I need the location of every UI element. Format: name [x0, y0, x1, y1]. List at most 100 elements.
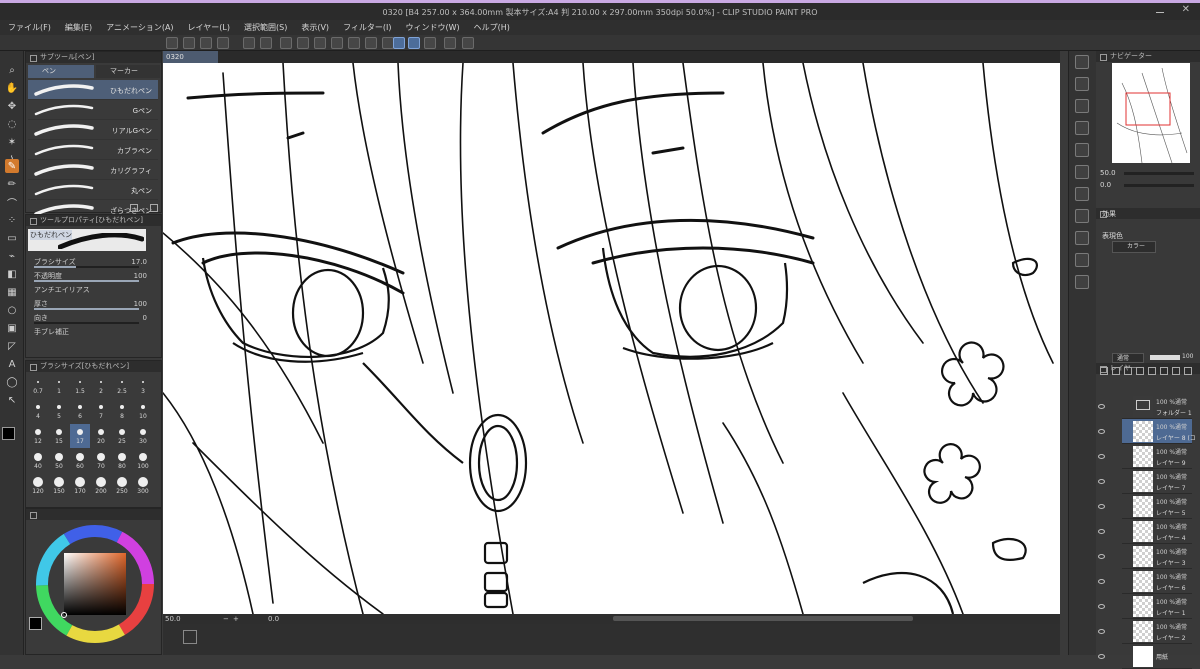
brush-size-cell[interactable]: 80 [112, 449, 132, 473]
new-icon[interactable] [183, 37, 195, 49]
brush-size-cell[interactable]: 2.5 [112, 374, 132, 398]
zoom-in-icon[interactable]: + [233, 614, 239, 624]
brush-size-cell[interactable]: 1.5 [70, 374, 90, 398]
property-row[interactable]: 不透明度 100 [26, 269, 161, 283]
visibility-eye-icon[interactable] [1098, 479, 1105, 484]
close-icon[interactable]: ✕ [1182, 4, 1190, 15]
layer-row[interactable]: 100 %通常 レイヤー 4 [1122, 519, 1192, 544]
reference-layer-icon[interactable] [1160, 367, 1168, 375]
canvas-tab[interactable]: 0320 [163, 51, 218, 63]
main-color-swatch[interactable] [2, 427, 15, 440]
layer-row[interactable]: 100 %通常 レイヤー 1 [1122, 594, 1192, 619]
special-ruler-snap-icon[interactable] [408, 37, 420, 49]
zoom-readout[interactable]: 50.0 [165, 614, 181, 624]
open-icon[interactable] [200, 37, 212, 49]
property-row[interactable]: 向き 0 [26, 311, 161, 325]
material-folder-icon[interactable] [1075, 99, 1089, 113]
brush-size-cell[interactable]: 4 [28, 399, 48, 423]
brush-size-cell[interactable]: 17 [70, 424, 90, 448]
layer-row[interactable]: 100 %通常 レイヤー 9 [1122, 444, 1192, 469]
layer-row[interactable]: 100 %通常 レイヤー 3 [1122, 544, 1192, 569]
download-material-icon[interactable] [1075, 253, 1089, 267]
grid-snap-icon[interactable] [424, 37, 436, 49]
brush-size-cell[interactable]: 8 [112, 399, 132, 423]
property-row[interactable]: 手ブレ補正 [26, 325, 161, 339]
layer-row[interactable]: 100 %通常 レイヤー 5 [1122, 494, 1192, 519]
new-raster-layer-icon[interactable] [1100, 367, 1108, 375]
brush-size-cell[interactable]: 6 [70, 399, 90, 423]
lasso-tool-icon[interactable]: ◌ [5, 117, 19, 131]
property-slider[interactable] [34, 308, 139, 310]
navigator-angle[interactable]: 0.0 [1100, 181, 1111, 189]
search-icon[interactable] [1075, 55, 1089, 69]
invert-selection-icon[interactable] [365, 37, 377, 49]
layer-opacity-slider[interactable] [1150, 355, 1180, 360]
brush-size-cell[interactable]: 25 [112, 424, 132, 448]
subtool-tab-marker[interactable]: マーカー [96, 65, 160, 78]
brush-size-cell[interactable]: 10 [133, 399, 153, 423]
brush-size-cell[interactable]: 120 [28, 474, 48, 498]
import-icon[interactable] [1075, 275, 1089, 289]
brush-size-cell[interactable]: 0.7 [28, 374, 48, 398]
visibility-eye-icon[interactable] [1098, 629, 1105, 634]
property-slider[interactable] [34, 266, 139, 268]
property-slider[interactable] [34, 280, 139, 282]
delete-subtool-icon[interactable] [150, 204, 158, 212]
delete-layer-icon[interactable] [1184, 367, 1192, 375]
canvas[interactable] [163, 63, 1060, 614]
favorite-material-icon[interactable] [1075, 231, 1089, 245]
navigator-angle-slider[interactable] [1124, 184, 1194, 187]
brush-item[interactable]: ひもだれペン [28, 80, 158, 100]
property-row[interactable]: アンチエイリアス [26, 283, 161, 297]
brush-size-cell[interactable]: 200 [91, 474, 111, 498]
new-vector-layer-icon[interactable] [1112, 367, 1120, 375]
text-tool-icon[interactable]: A [5, 357, 19, 371]
balloon-tool-icon[interactable]: ◯ [5, 375, 19, 389]
line-art-drawing[interactable] [163, 63, 1060, 614]
wheel-main-color[interactable] [29, 617, 42, 630]
lock-layer-icon[interactable] [1136, 367, 1144, 375]
visibility-eye-icon[interactable] [1098, 404, 1105, 409]
blend-tool-icon[interactable]: ⌁ [5, 249, 19, 263]
menu-animation[interactable]: アニメーション(A) [106, 20, 173, 35]
redo-icon[interactable] [260, 37, 272, 49]
home-icon[interactable] [166, 37, 178, 49]
layer-row[interactable]: 100 %通常 レイヤー 8 (コ [1122, 419, 1196, 444]
gradient-icon[interactable]: ▦ [5, 285, 19, 299]
help-icon[interactable] [462, 37, 474, 49]
menu-file[interactable]: ファイル(F) [8, 20, 51, 35]
frame-tool-icon[interactable]: ▣ [5, 321, 19, 335]
angle-readout[interactable]: 0.0 [268, 614, 279, 624]
menu-window[interactable]: ウィンドウ(W) [406, 20, 460, 35]
fill-icon[interactable] [314, 37, 326, 49]
eraser-icon[interactable]: ▭ [5, 231, 19, 245]
airbrush-icon[interactable]: ⁘ [5, 213, 19, 227]
visibility-eye-icon[interactable] [1098, 604, 1105, 609]
auto-select-icon[interactable]: ✶ [5, 135, 19, 149]
brush-size-cell[interactable]: 60 [70, 449, 90, 473]
menu-filter[interactable]: フィルター(I) [343, 20, 391, 35]
layer-row[interactable]: 100 %通常 レイヤー 7 [1122, 469, 1192, 494]
undo-icon[interactable] [243, 37, 255, 49]
visibility-eye-icon[interactable] [1098, 554, 1105, 559]
visibility-eye-icon[interactable] [1098, 429, 1105, 434]
menu-layer[interactable]: レイヤー(L) [188, 20, 230, 35]
deselect-icon[interactable] [331, 37, 343, 49]
material-tone-icon[interactable] [1075, 143, 1089, 157]
brush-size-cell[interactable]: 2 [91, 374, 111, 398]
brush-size-cell[interactable]: 5 [49, 399, 69, 423]
ruler-snap-icon[interactable] [393, 37, 405, 49]
navigator-zoom[interactable]: 50.0 [1100, 169, 1116, 177]
color-mode-dropdown[interactable]: カラー [1112, 241, 1156, 253]
material-image-icon[interactable] [1075, 187, 1089, 201]
crop-icon[interactable] [348, 37, 360, 49]
save-icon[interactable] [217, 37, 229, 49]
brush-size-cell[interactable]: 12 [28, 424, 48, 448]
brush-item[interactable]: リアルGペン [28, 120, 158, 140]
brush-size-cell[interactable]: 7 [91, 399, 111, 423]
visibility-eye-icon[interactable] [1098, 504, 1105, 509]
visibility-eye-icon[interactable] [1098, 579, 1105, 584]
brush-item[interactable]: 丸ペン [28, 180, 158, 200]
brush-size-cell[interactable]: 3 [133, 374, 153, 398]
subtool-tab-pen[interactable]: ペン [28, 65, 94, 78]
